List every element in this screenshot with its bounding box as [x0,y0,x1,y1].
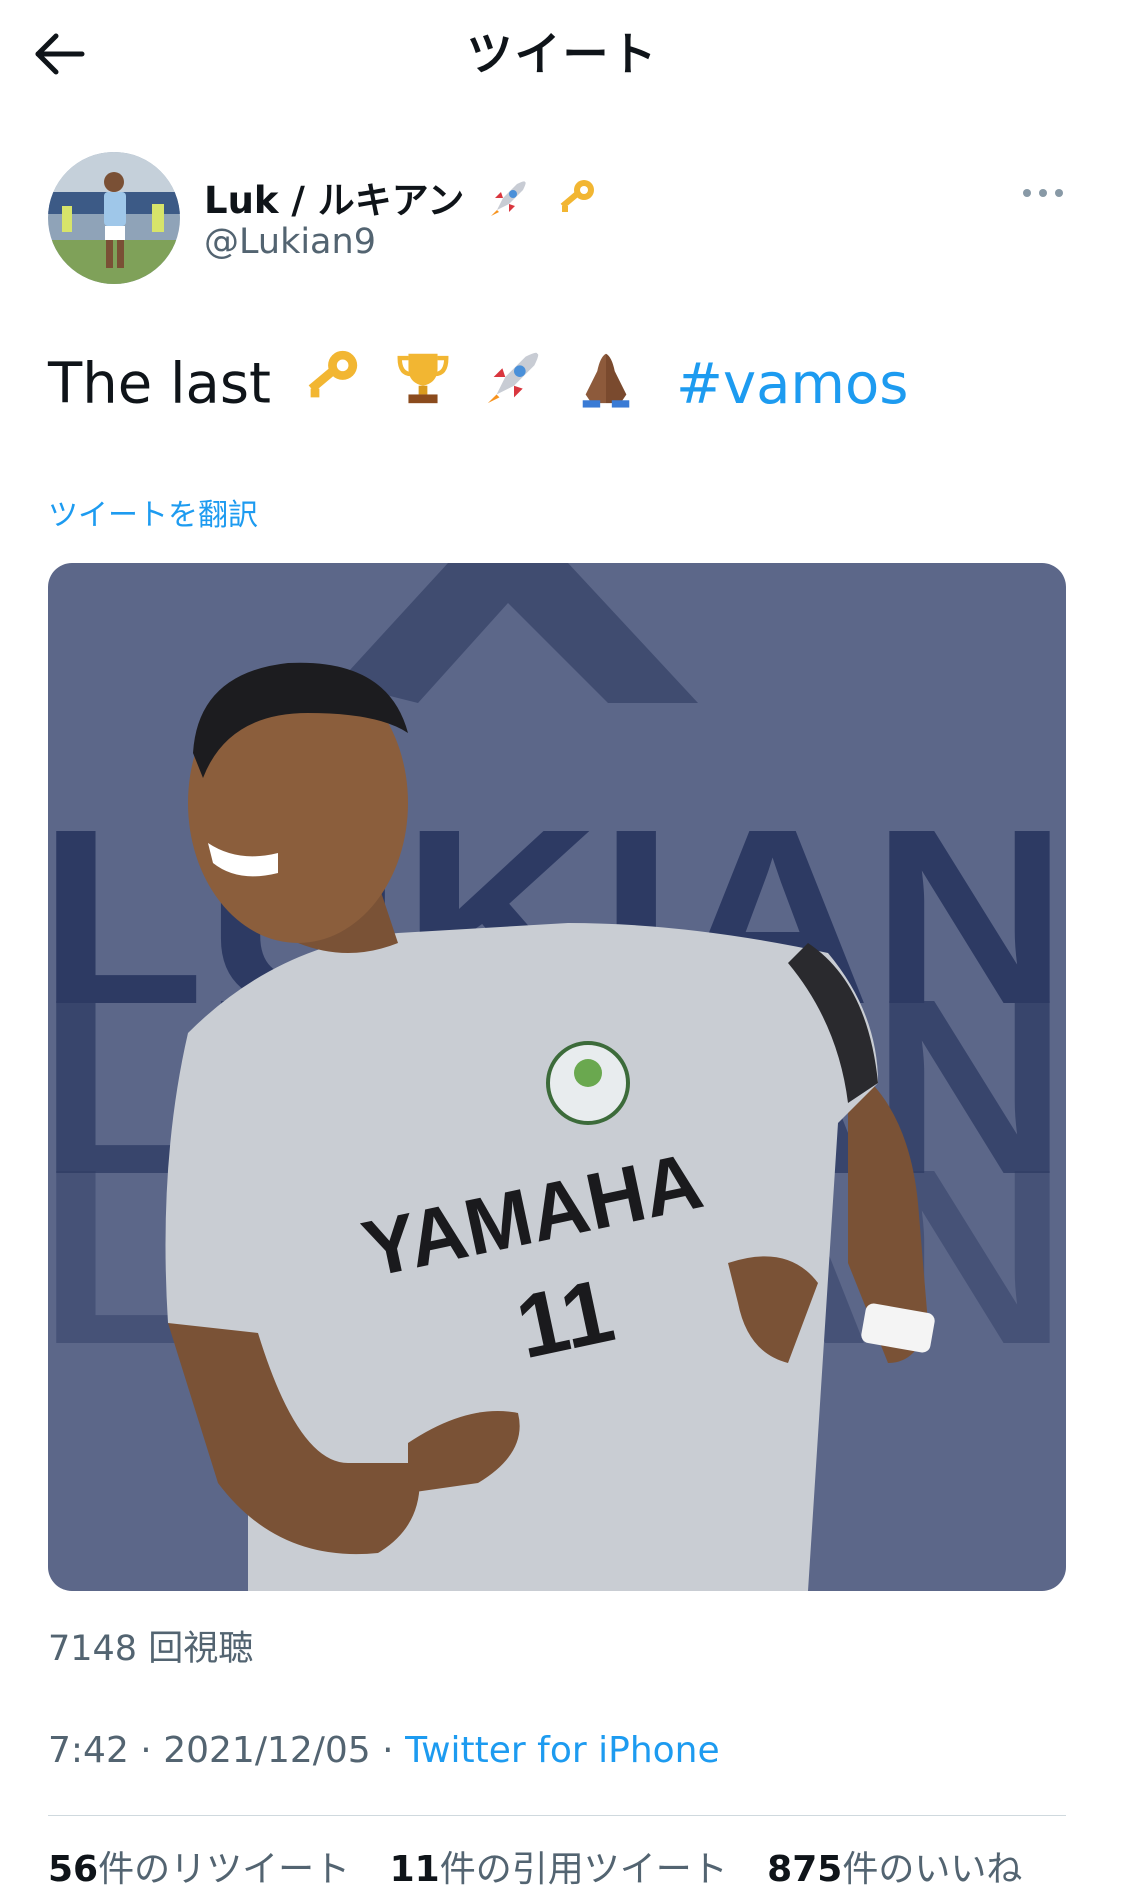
page-title: ツイート [466,27,659,81]
tweet-image[interactable]: LUKIAN LUKIAN LUKIAN YAMAHA 11 [48,563,1066,1591]
rocket-icon [487,176,531,229]
tweet-time: 7:42 [48,1730,129,1771]
display-name[interactable]: Luk / ルキアン [204,170,598,229]
likes-label: 件のいいね [842,1849,1023,1890]
divider [48,1815,1066,1816]
hashtag-link[interactable]: #vamos [676,352,908,417]
quotes-count: 11 [389,1849,440,1890]
player-photo: LUKIAN LUKIAN LUKIAN YAMAHA 11 [48,563,1066,1591]
meta-separator: · [140,1730,152,1771]
quotes-stat[interactable]: 11件の引用ツイート [390,1840,728,1892]
trophy-icon [391,345,455,423]
retweets-count: 56 [48,1849,99,1890]
retweets-label: 件のリツイート [98,1849,351,1890]
tweet-stats: 56件のリツイート 11件の引用ツイート 875件のいいね [48,1840,1050,1892]
meta-separator: · [382,1730,394,1771]
tweet-text-body: The last [48,351,271,417]
likes-count: 875 [767,1849,843,1890]
more-horizontal-icon [1023,189,1063,197]
top-bar: ツイート [0,0,1125,106]
avatar[interactable] [48,152,180,284]
rocket-icon [482,345,546,423]
key-icon [299,345,363,423]
view-count: 7148 回視聴 [48,1629,254,1669]
retweets-stat[interactable]: 56件のリツイート [48,1840,350,1892]
likes-stat[interactable]: 875件のいいね [767,1840,1022,1892]
tweet-meta: 7:42 · 2021/12/05 · Twitter for iPhone [48,1730,720,1771]
key-icon [554,176,598,229]
display-name-text: Luk / ルキアン [204,179,465,222]
tweet-date: 2021/12/05 [163,1730,371,1771]
tweet-text: The last #vamos [48,345,908,423]
translate-tweet-link[interactable]: ツイートを翻訳 [48,490,258,534]
shirt-number-text: 11 [508,1261,622,1379]
tweet-source-link[interactable]: Twitter for iPhone [405,1730,720,1771]
user-handle[interactable]: @Lukian9 [204,222,376,262]
more-options-button[interactable] [1018,178,1068,208]
folded-hands-icon [574,345,638,423]
quotes-label: 件の引用ツイート [439,1849,728,1890]
